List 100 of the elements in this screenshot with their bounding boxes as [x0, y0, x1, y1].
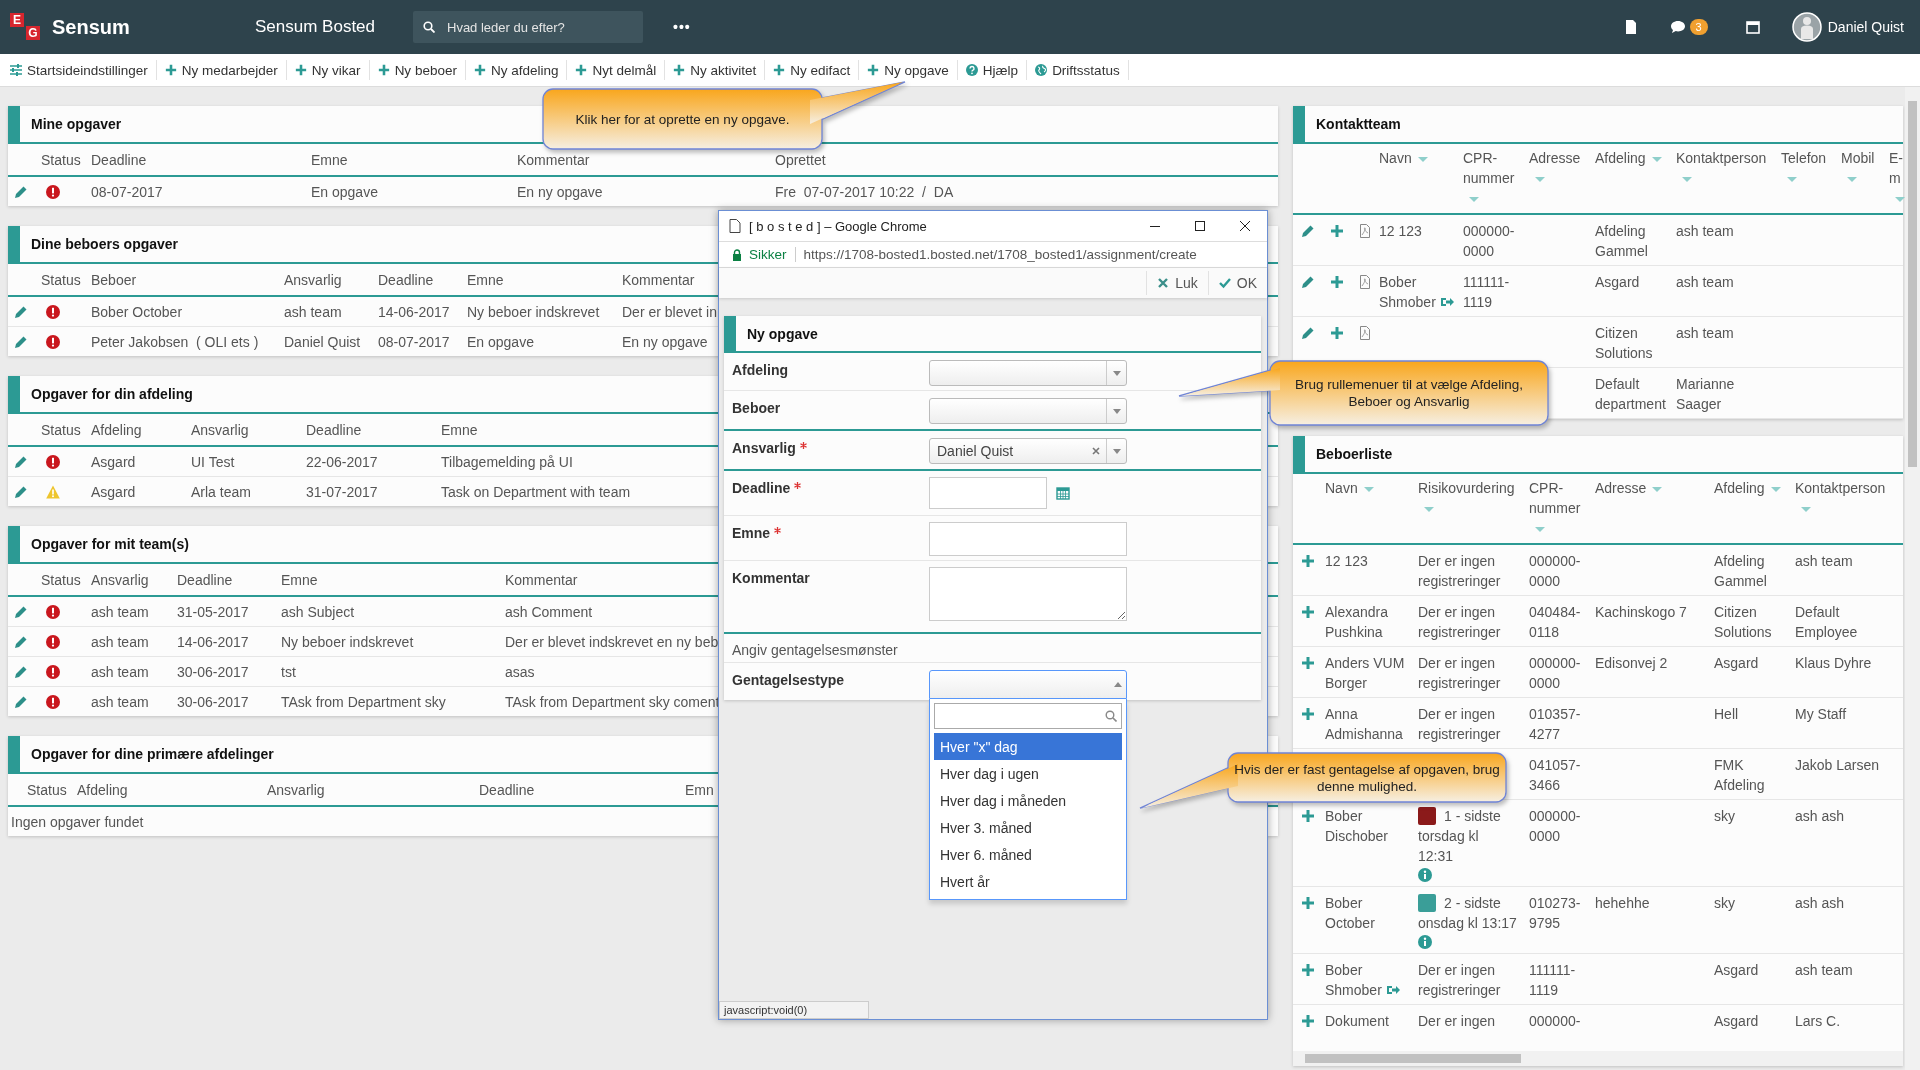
toolbar-button[interactable]: Hjælp: [957, 60, 1028, 80]
column-header[interactable]: Status: [41, 421, 81, 438]
dropdown-option[interactable]: Hver dag i måneden: [934, 787, 1122, 814]
column-header[interactable]: Afdeling: [91, 421, 142, 438]
pencil-icon[interactable]: [14, 454, 28, 469]
sort-caret-icon[interactable]: [1652, 486, 1663, 492]
plus-icon[interactable]: [1301, 1014, 1315, 1028]
column-header[interactable]: Kommentar: [517, 151, 590, 168]
sort-caret-icon[interactable]: [1469, 196, 1479, 202]
user-name[interactable]: Daniel Quist: [1827, 19, 1904, 35]
column-header[interactable]: Navn: [1325, 478, 1358, 498]
column-header[interactable]: Deadline: [177, 571, 233, 588]
column-header[interactable]: Deadline: [479, 781, 535, 798]
close-icon[interactable]: [1239, 220, 1251, 232]
pencil-icon[interactable]: [14, 484, 28, 499]
toolbar-button[interactable]: Nyt delmål: [567, 60, 666, 80]
pencil-icon[interactable]: [1301, 275, 1315, 289]
column-header[interactable]: Kontaktperson: [1676, 148, 1767, 168]
column-header[interactable]: Ansvarlig: [267, 781, 325, 798]
sort-caret-icon[interactable]: [1363, 486, 1374, 492]
column-header[interactable]: Emne: [467, 271, 504, 288]
plus-icon[interactable]: [1330, 275, 1344, 289]
column-header[interactable]: Ansvarlig: [91, 571, 149, 588]
column-header[interactable]: Deadline: [306, 421, 362, 438]
text-field[interactable]: [929, 522, 1127, 556]
sort-caret-icon[interactable]: [1787, 176, 1797, 182]
info-icon[interactable]: [1418, 868, 1432, 882]
pencil-icon[interactable]: [14, 664, 28, 679]
pencil-icon[interactable]: [1301, 224, 1315, 238]
pencil-icon[interactable]: [14, 304, 28, 319]
column-header[interactable]: Kommentar: [622, 271, 695, 288]
column-header[interactable]: Status: [41, 571, 81, 588]
column-header[interactable]: Emn: [685, 781, 714, 798]
toolbar-button[interactable]: Startsideindstillinger: [2, 60, 157, 80]
column-header[interactable]: Navn: [1379, 148, 1412, 168]
column-header[interactable]: Status: [41, 271, 81, 288]
sort-caret-icon[interactable]: [1651, 156, 1662, 162]
dropdown-option[interactable]: Hvert år: [934, 868, 1122, 895]
scrollbar[interactable]: [1293, 1051, 1903, 1066]
pdf-file-icon[interactable]: [1358, 326, 1372, 340]
info-icon[interactable]: [1418, 935, 1432, 949]
column-header[interactable]: Risikovurdering: [1418, 478, 1515, 498]
more-button[interactable]: •••: [673, 19, 691, 35]
sort-caret-icon[interactable]: [1535, 526, 1545, 532]
maximize-icon[interactable]: [1194, 220, 1206, 232]
plus-icon[interactable]: [1301, 896, 1315, 910]
column-header[interactable]: Emne: [441, 421, 478, 438]
column-header[interactable]: E-m: [1889, 148, 1905, 188]
action-button[interactable]: OK: [1207, 271, 1267, 295]
toolbar-button[interactable]: Ny vikar: [286, 60, 370, 80]
column-header[interactable]: Emne: [311, 151, 348, 168]
search-field[interactable]: Hvad leder du efter?: [445, 18, 629, 36]
search-bar[interactable]: Hvad leder du efter?: [413, 11, 643, 43]
logo-mark[interactable]: E G: [10, 13, 40, 41]
column-header[interactable]: Status: [27, 781, 67, 798]
column-header[interactable]: Oprettet: [775, 151, 826, 168]
dropdown-option[interactable]: Hver "x" dag: [934, 733, 1122, 760]
dropdown[interactable]: [929, 398, 1127, 424]
column-header[interactable]: Ansvarlig: [191, 421, 249, 438]
column-header[interactable]: Emne: [281, 571, 318, 588]
column-header[interactable]: Afdeling: [1714, 478, 1765, 498]
toolbar-button[interactable]: Ny opgave: [859, 60, 958, 80]
column-header[interactable]: Adresse: [1595, 478, 1647, 498]
pencil-icon[interactable]: [14, 184, 28, 199]
column-header[interactable]: CPR-nummer: [1463, 148, 1525, 188]
scrollbar[interactable]: [1905, 87, 1920, 1070]
comment-field[interactable]: [929, 567, 1127, 621]
calendar-icon[interactable]: [1744, 19, 1761, 35]
column-header[interactable]: Afdeling: [77, 781, 128, 798]
date-field[interactable]: [929, 477, 1047, 509]
sort-caret-icon[interactable]: [1535, 176, 1545, 182]
sort-caret-icon[interactable]: [1770, 486, 1781, 492]
dropdown[interactable]: [929, 360, 1127, 386]
toolbar-button[interactable]: Ny beboer: [369, 60, 466, 80]
toolbar-button[interactable]: Ny aktivitet: [665, 60, 766, 80]
toolbar-button[interactable]: Ny afdeling: [465, 60, 568, 80]
plus-icon[interactable]: [1301, 809, 1315, 823]
sort-caret-icon[interactable]: [1682, 176, 1692, 182]
column-header[interactable]: Kommentar: [505, 571, 578, 588]
pdf-file-icon[interactable]: [1358, 275, 1372, 289]
column-header[interactable]: Ansvarlig: [284, 271, 342, 288]
action-button[interactable]: Luk: [1146, 271, 1208, 295]
column-header[interactable]: Afdeling: [1595, 148, 1646, 168]
search-field[interactable]: [934, 703, 1122, 729]
column-header[interactable]: CPR-nummer: [1529, 478, 1591, 518]
plus-icon[interactable]: [1330, 326, 1344, 340]
avatar-icon[interactable]: [1791, 12, 1822, 42]
column-header[interactable]: Telefon: [1781, 148, 1827, 168]
sort-caret-icon[interactable]: [1417, 156, 1428, 162]
pdf-file-icon[interactable]: [1358, 224, 1372, 238]
plus-icon[interactable]: [1330, 224, 1344, 238]
brand-name[interactable]: Sensum: [52, 15, 130, 39]
toolbar-button[interactable]: Ny medarbejder: [156, 60, 287, 80]
pencil-icon[interactable]: [14, 604, 28, 619]
dropdown[interactable]: [929, 670, 1127, 699]
column-header[interactable]: Adresse: [1529, 148, 1581, 168]
column-header[interactable]: Deadline: [378, 271, 434, 288]
pencil-icon[interactable]: [14, 694, 28, 709]
clear-icon[interactable]: [1092, 447, 1100, 455]
sort-caret-icon[interactable]: [1847, 176, 1857, 182]
